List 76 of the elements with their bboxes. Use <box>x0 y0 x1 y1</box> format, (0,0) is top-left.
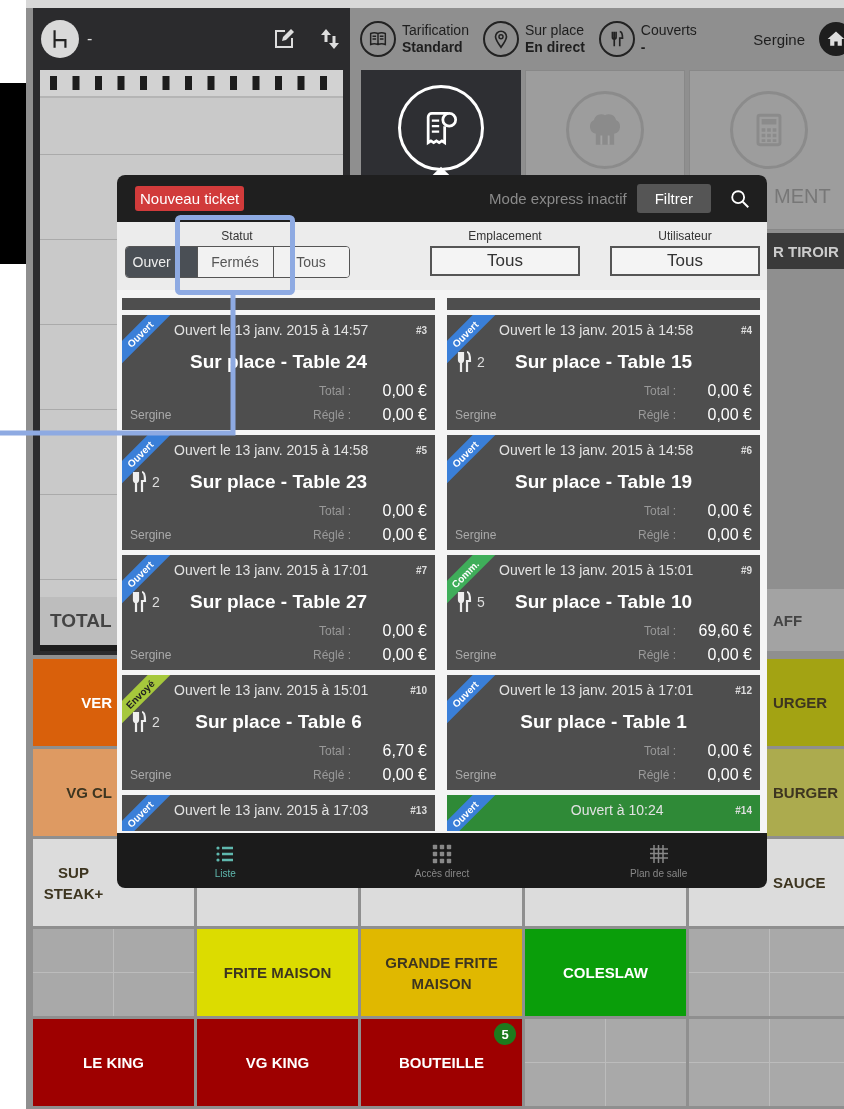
ticket-user: Sergine <box>455 528 497 542</box>
info-label: Sur place En direct <box>524 22 585 56</box>
ticket-number: #6 <box>740 444 752 456</box>
opened-time: Ouvert à 10:24 <box>569 802 665 818</box>
ticket-number: #3 <box>415 324 427 336</box>
total-amount: 0,00 € <box>706 502 752 520</box>
opened-time: Ouvert le 13 janv. 2015 à 14:58 <box>174 442 369 458</box>
ticket-title: Sur place - Table 6 <box>194 711 363 733</box>
paid-label: Réglé : <box>637 648 676 662</box>
ticket-title: Sur place - Table 15 <box>513 351 694 373</box>
paid-amount: 0,00 € <box>381 526 427 544</box>
ticket-number: #10 <box>410 684 427 696</box>
ticket-user: Sergine <box>455 768 497 782</box>
opened-time: Ouvert le 13 janv. 2015 à 14:57 <box>174 322 369 338</box>
paid-amount: 0,00 € <box>706 766 752 784</box>
table-number: - <box>87 30 94 48</box>
paid-label: Réglé : <box>312 408 351 422</box>
paid-amount: 0,00 € <box>706 406 752 424</box>
total-label: TOTAL <box>50 610 112 632</box>
filter-label: Statut <box>221 229 253 243</box>
ticket-user: Sergine <box>130 768 172 782</box>
ticket-number: #7 <box>415 564 427 576</box>
ticket-user: Sergine <box>455 648 497 662</box>
ticket-number: #14 <box>735 804 752 816</box>
total-label: Total : <box>319 744 351 758</box>
user-name: Sergine <box>753 30 805 48</box>
ticket-number: #9 <box>740 564 752 576</box>
ticket-number: #13 <box>410 804 427 816</box>
opened-time: Ouvert le 13 janv. 2015 à 17:01 <box>499 682 694 698</box>
total-label: Total : <box>319 384 351 398</box>
total-amount: 0,00 € <box>706 382 752 400</box>
express-mode-status: Mode express inactif <box>489 190 627 207</box>
paid-amount: 0,00 € <box>706 646 752 664</box>
info-label: Couverts - <box>640 22 697 56</box>
paid-amount: 0,00 € <box>706 526 752 544</box>
ticket-number: #4 <box>740 324 752 336</box>
opened-time: Ouvert le 13 janv. 2015 à 14:58 <box>499 322 694 338</box>
total-label: Total : <box>319 624 351 638</box>
paid-amount: 0,00 € <box>381 766 427 784</box>
total-label: Total : <box>319 504 351 518</box>
ticket-user: Sergine <box>130 648 172 662</box>
paid-label: Réglé : <box>637 528 676 542</box>
total-amount: 0,00 € <box>706 742 752 760</box>
ticket-title: Sur place - Table 27 <box>188 591 369 613</box>
total-amount: 0,00 € <box>381 502 427 520</box>
ticket-title: Sur place - Table 19 <box>513 471 694 493</box>
paid-label: Réglé : <box>312 528 351 542</box>
ticket-title: Sur place - Table 23 <box>188 471 369 493</box>
ticket-user: Sergine <box>455 408 497 422</box>
ticket-number: #12 <box>735 684 752 696</box>
ticket-user: Sergine <box>130 528 172 542</box>
total-amount: 69,60 € <box>697 622 752 640</box>
filter-label: Emplacement <box>468 229 542 243</box>
total-amount: 0,00 € <box>381 382 427 400</box>
paid-amount: 0,00 € <box>381 406 427 424</box>
total-amount: 0,00 € <box>381 622 427 640</box>
paid-amount: 0,00 € <box>381 646 427 664</box>
opened-time: Ouvert le 13 janv. 2015 à 15:01 <box>499 562 694 578</box>
ticket-title: Sur place - Table 1 <box>519 711 688 733</box>
opened-time: Ouvert le 13 janv. 2015 à 14:58 <box>499 442 694 458</box>
total-label: Total : <box>644 744 676 758</box>
ticket-number: #5 <box>415 444 427 456</box>
opened-time: Ouvert le 13 janv. 2015 à 17:01 <box>174 562 369 578</box>
paid-label: Réglé : <box>312 648 351 662</box>
paid-label: Réglé : <box>637 768 676 782</box>
total-label: Total : <box>644 384 676 398</box>
total-label: Total : <box>644 504 676 518</box>
ticket-title: Sur place - Table 10 <box>513 591 694 613</box>
paid-label: Réglé : <box>312 768 351 782</box>
total-label: Total : <box>644 624 676 638</box>
paid-label: Réglé : <box>637 408 676 422</box>
filter-label: Utilisateur <box>658 229 712 243</box>
total-amount: 6,70 € <box>381 742 427 760</box>
quantity-badge: 5 <box>494 1023 516 1045</box>
ticket-user: Sergine <box>130 408 172 422</box>
info-label: Tarification Standard <box>402 22 469 56</box>
